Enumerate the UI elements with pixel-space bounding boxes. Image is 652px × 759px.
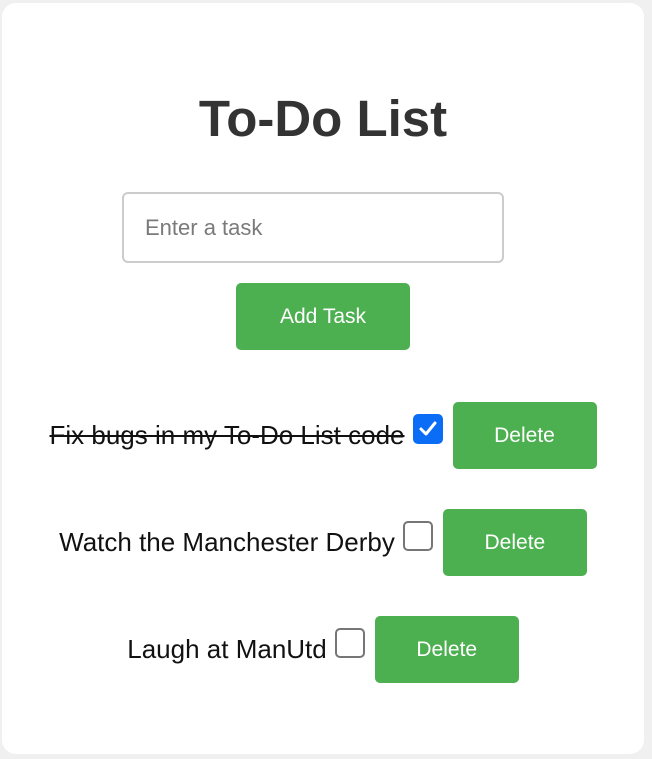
task-item: Watch the Manchester Derby Delete (2, 509, 644, 576)
task-text: Laugh at ManUtd (127, 634, 327, 664)
page-title: To-Do List (198, 90, 448, 147)
delete-button[interactable]: Delete (374, 616, 519, 683)
task-text: Fix bugs in my To-Do List code (49, 420, 405, 450)
task-item: Fix bugs in my To-Do List code Delete (2, 402, 644, 469)
task-checkbox[interactable] (402, 520, 433, 551)
task-text: Watch the Manchester Derby (59, 527, 395, 557)
task-checkbox[interactable] (334, 627, 365, 658)
delete-button[interactable]: Delete (442, 509, 587, 576)
task-checkbox[interactable] (412, 413, 443, 444)
todo-card: To-Do List Add Task Fix bugs in my To-Do… (2, 3, 644, 754)
delete-button[interactable]: Delete (452, 402, 597, 469)
task-input[interactable] (122, 192, 504, 263)
add-task-button[interactable]: Add Task (236, 283, 410, 350)
task-item: Laugh at ManUtd Delete (2, 616, 644, 683)
checkmark-icon (419, 421, 436, 435)
